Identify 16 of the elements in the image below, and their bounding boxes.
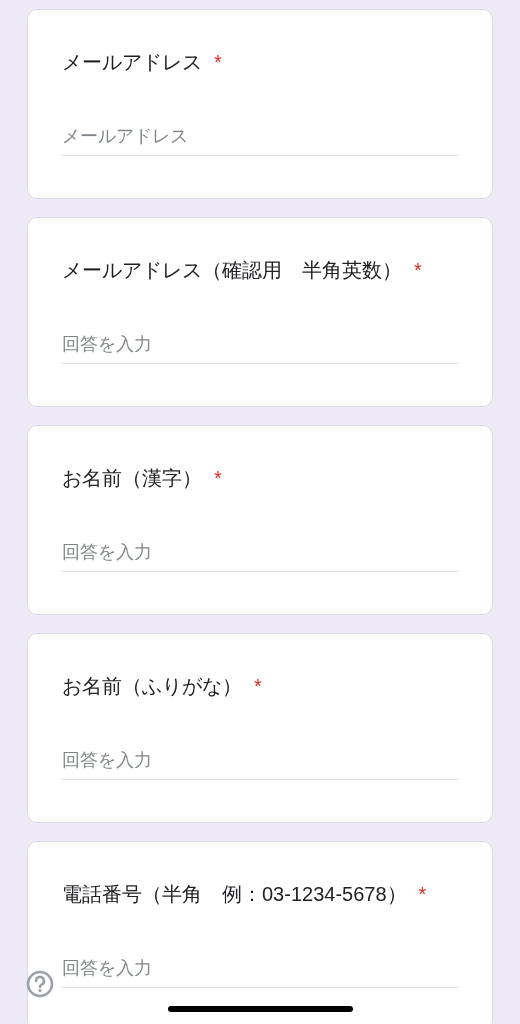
question-title: お名前（漢字） bbox=[62, 466, 202, 491]
required-asterisk: * bbox=[254, 674, 262, 699]
question-title: メールアドレス bbox=[62, 50, 202, 75]
answer-field[interactable]: 回答を入力 bbox=[62, 534, 458, 572]
answer-field[interactable]: 回答を入力 bbox=[62, 742, 458, 780]
help-icon[interactable] bbox=[26, 970, 54, 998]
answer-field[interactable]: 回答を入力 bbox=[62, 950, 458, 988]
required-asterisk: * bbox=[414, 258, 422, 283]
required-asterisk: * bbox=[214, 466, 222, 491]
question-title: メールアドレス（確認用 半角英数） bbox=[62, 258, 402, 283]
answer-field[interactable]: 回答を入力 bbox=[62, 326, 458, 364]
question-title: お名前（ふりがな） bbox=[62, 674, 242, 699]
question-title: 電話番号（半角 例：03-1234-5678） bbox=[62, 882, 407, 907]
required-asterisk: * bbox=[418, 882, 427, 907]
required-asterisk: * bbox=[214, 50, 222, 75]
answer-field[interactable]: メールアドレス bbox=[62, 118, 458, 156]
